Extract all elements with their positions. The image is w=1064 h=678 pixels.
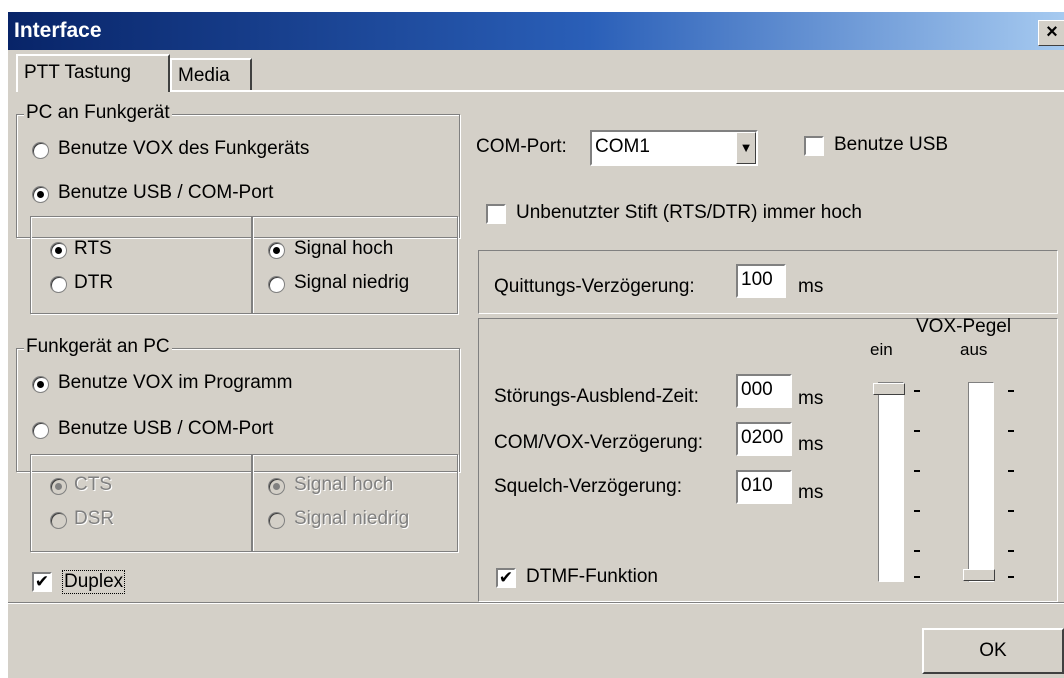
- checkmark-icon: ✔: [498, 568, 514, 587]
- ack-delay-label: Quittungs-Verzögerung:: [494, 276, 695, 297]
- squelch-delay-unit: ms: [798, 482, 824, 503]
- com-vox-delay-value: 0200: [741, 427, 784, 448]
- ok-button[interactable]: OK: [922, 628, 1064, 674]
- com-vox-delay-unit: ms: [798, 434, 824, 455]
- noise-blank-value: 000: [741, 379, 773, 400]
- com-port-label: COM-Port:: [476, 136, 567, 157]
- vox-on-tick: [914, 510, 920, 512]
- close-button[interactable]: ×: [1038, 20, 1064, 46]
- com-port-value: COM1: [595, 136, 650, 157]
- radio-dsr: [50, 512, 67, 529]
- radio-pc-signal-low-label[interactable]: Signal niedrig: [294, 272, 409, 294]
- duplex-checkbox[interactable]: ✔: [32, 572, 52, 592]
- radio-dtr-label[interactable]: DTR: [74, 272, 113, 294]
- group-pc-to-radio-legend: PC an Funkgerät: [24, 102, 172, 124]
- com-port-dropdown-button[interactable]: ▼: [736, 132, 756, 164]
- vox-off-slider-thumb[interactable]: [963, 569, 995, 581]
- vox-off-tick: [1008, 510, 1014, 512]
- vox-off-tick: [1008, 576, 1014, 578]
- squelch-delay-value: 010: [741, 475, 773, 496]
- radio-program-vox-label[interactable]: Benutze VOX im Programm: [58, 372, 292, 394]
- radio-dsr-label: DSR: [74, 508, 115, 529]
- radio-selected-dot: [273, 483, 280, 490]
- tab-panel: PC an Funkgerät Benutze VOX des Funkgerä…: [16, 90, 1064, 622]
- vox-on-label: ein: [870, 340, 893, 359]
- vox-level-title: VOX-Pegel: [916, 316, 1012, 337]
- checkmark-icon: ✔: [34, 572, 50, 591]
- ack-delay-unit: ms: [798, 276, 824, 297]
- vox-off-slider[interactable]: [963, 382, 995, 582]
- radio-pc-usb-com-label[interactable]: Benutze USB / COM-Port: [58, 182, 273, 204]
- radio-radio-signal-low-label: Signal niedrig: [294, 508, 410, 529]
- vox-off-tick: [1008, 390, 1014, 392]
- radio-selected-dot: [37, 191, 44, 198]
- ok-button-label: OK: [979, 640, 1007, 661]
- noise-blank-input[interactable]: 000: [736, 374, 792, 408]
- radio-pc-usb-com[interactable]: [32, 186, 49, 203]
- tab-ptt-tastung-label: PTT Tastung: [24, 62, 132, 83]
- radio-radio-usb-com-label[interactable]: Benutze USB / COM-Port: [58, 418, 273, 440]
- radio-pc-vox[interactable]: [32, 142, 49, 159]
- group-radio-signal: [252, 454, 458, 552]
- ack-delay-value: 100: [741, 269, 773, 290]
- squelch-delay-label: Squelch-Verzögerung:: [494, 476, 683, 497]
- dialog-window: Interface × PTT Tastung Media PC an Funk…: [8, 12, 1064, 678]
- group-radio-line: [30, 454, 252, 552]
- vox-on-tick: [914, 576, 920, 578]
- bottom-separator: [8, 602, 1064, 604]
- radio-radio-usb-com[interactable]: [32, 422, 49, 439]
- dtmf-label[interactable]: DTMF-Funktion: [526, 566, 658, 588]
- unused-pin-checkbox[interactable]: [486, 204, 506, 224]
- radio-pc-signal-high-label[interactable]: Signal hoch: [294, 238, 393, 260]
- com-vox-delay-label: COM/VOX-Verzögerung:: [494, 432, 704, 453]
- vox-on-tick: [914, 390, 920, 392]
- radio-cts: [50, 478, 67, 495]
- com-vox-delay-input[interactable]: 0200: [736, 422, 792, 456]
- vox-on-slider[interactable]: [873, 382, 905, 582]
- radio-selected-dot: [55, 483, 62, 490]
- window-title: Interface: [14, 19, 102, 42]
- vox-off-label: aus: [960, 340, 988, 359]
- squelch-delay-input[interactable]: 010: [736, 470, 792, 504]
- noise-blank-label: Störungs-Ausblend-Zeit:: [494, 386, 699, 407]
- use-usb-checkbox[interactable]: [804, 136, 824, 156]
- vox-on-tick: [914, 550, 920, 552]
- group-radio-to-pc-legend: Funkgerät an PC: [24, 336, 172, 358]
- vox-on-tick: [914, 430, 920, 432]
- close-icon: ×: [1046, 21, 1058, 43]
- radio-cts-label: CTS: [74, 474, 112, 495]
- group-pc-signal: [252, 216, 458, 314]
- dtmf-checkbox[interactable]: ✔: [496, 568, 516, 588]
- radio-radio-signal-low: [268, 512, 285, 529]
- vox-off-tick: [1008, 470, 1014, 472]
- tab-media-label: Media: [178, 65, 230, 86]
- radio-pc-signal-high[interactable]: [268, 242, 285, 259]
- radio-pc-vox-label[interactable]: Benutze VOX des Funkgeräts: [58, 138, 309, 160]
- vox-on-slider-thumb[interactable]: [873, 383, 905, 395]
- tab-media[interactable]: Media: [170, 58, 252, 90]
- title-bar[interactable]: Interface ×: [8, 12, 1064, 50]
- radio-radio-signal-high: [268, 478, 285, 495]
- chevron-down-icon: ▼: [739, 140, 753, 155]
- radio-radio-signal-high-label: Signal hoch: [294, 474, 394, 495]
- tab-ptt-tastung[interactable]: PTT Tastung: [16, 54, 170, 92]
- noise-blank-unit: ms: [798, 388, 824, 409]
- radio-selected-dot: [55, 247, 62, 254]
- unused-pin-label[interactable]: Unbenutzter Stift (RTS/DTR) immer hoch: [516, 202, 862, 224]
- radio-dtr[interactable]: [50, 276, 67, 293]
- com-port-select[interactable]: COM1: [590, 130, 758, 166]
- radio-selected-dot: [37, 381, 44, 388]
- radio-pc-signal-low[interactable]: [268, 276, 285, 293]
- radio-rts-label[interactable]: RTS: [74, 238, 112, 260]
- duplex-label[interactable]: Duplex: [62, 570, 126, 594]
- radio-rts[interactable]: [50, 242, 67, 259]
- vox-off-tick: [1008, 550, 1014, 552]
- radio-selected-dot: [273, 247, 280, 254]
- vox-off-tick: [1008, 430, 1014, 432]
- vox-on-tick: [914, 470, 920, 472]
- group-pc-line: [30, 216, 252, 314]
- radio-program-vox[interactable]: [32, 376, 49, 393]
- use-usb-label[interactable]: Benutze USB: [834, 134, 948, 156]
- ack-delay-input[interactable]: 100: [736, 264, 786, 298]
